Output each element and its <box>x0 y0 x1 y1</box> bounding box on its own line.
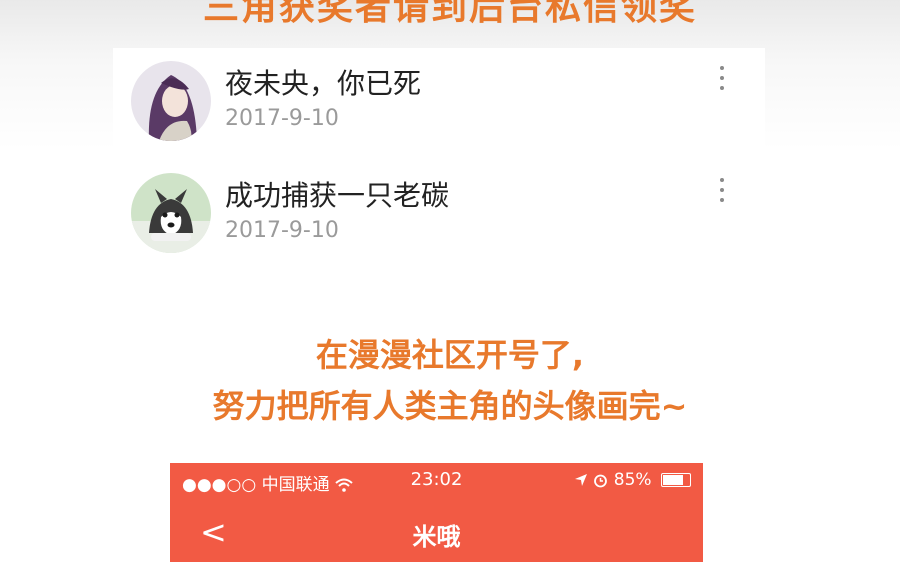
location-arrow-icon <box>574 470 593 490</box>
more-options-icon[interactable] <box>717 66 727 98</box>
battery-icon <box>661 473 691 487</box>
husky-dog-avatar[interactable] <box>131 173 211 253</box>
caption-line-1: 在漫漫社区开号了, <box>315 336 585 374</box>
top-caption: 三角获奖者请到后台私信领奖 <box>202 0 697 28</box>
battery-percent: 85% <box>613 470 652 490</box>
anime-girl-avatar[interactable] <box>131 61 211 141</box>
post-date: 2017-9-10 <box>225 106 339 131</box>
status-right: 85% <box>574 470 691 490</box>
post-date: 2017-9-10 <box>225 218 339 243</box>
more-options-icon[interactable] <box>717 178 727 210</box>
caption-line-2: 努力把所有人类主角的头像画完~ <box>212 387 688 425</box>
alarm-icon <box>593 470 613 490</box>
post-card[interactable]: 成功捕获一只老碳 2017-9-10 <box>113 160 765 264</box>
nav-title: 米哦 <box>412 523 461 551</box>
post-card[interactable]: 夜未央，你已死 2017-9-10 <box>113 48 765 152</box>
post-title: 夜未央，你已死 <box>225 67 422 100</box>
post-title: 成功捕获一只老碳 <box>225 179 450 212</box>
phone-screenshot: ●●●○○ 中国联通 23:02 85% < 米哦 <box>170 463 703 562</box>
